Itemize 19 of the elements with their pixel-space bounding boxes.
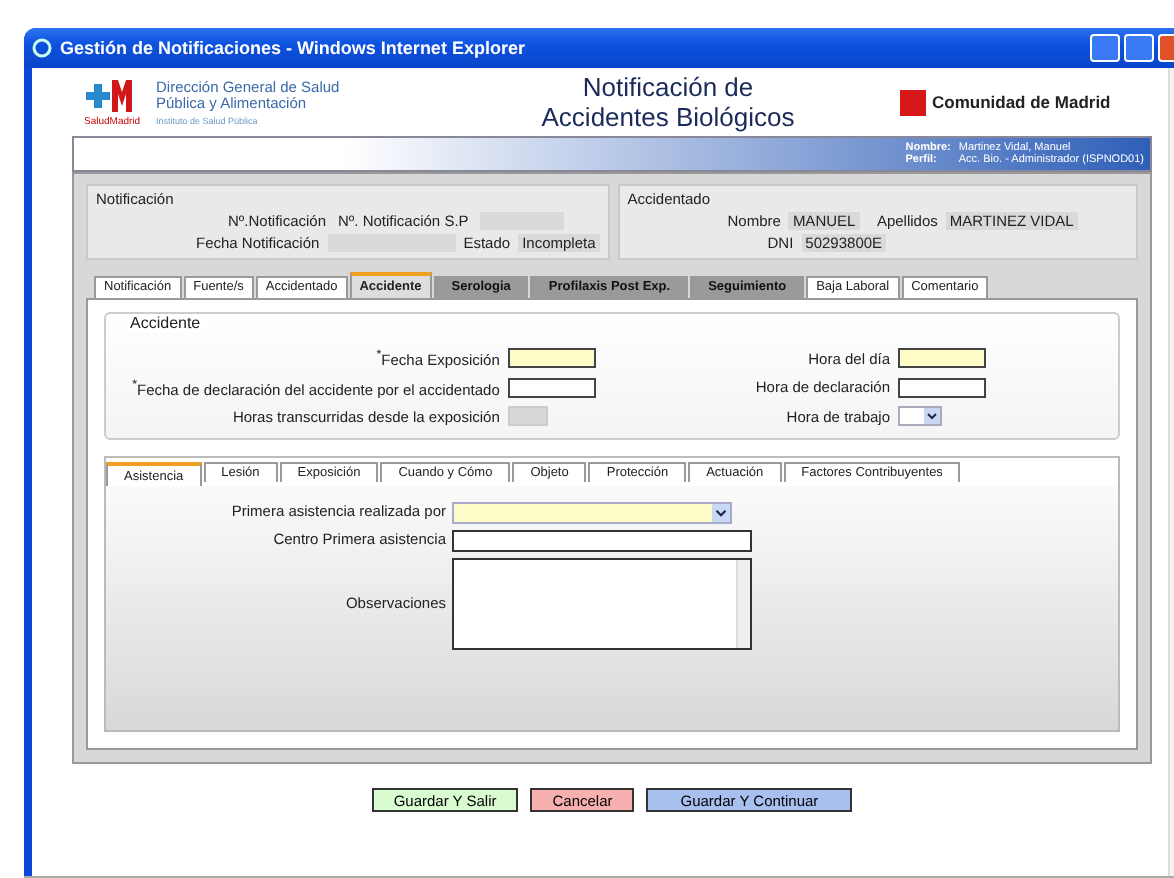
region-name: Comunidad de Madrid [932,92,1111,112]
text-area[interactable] [452,558,752,650]
scrollbar[interactable] [736,560,750,648]
date-field[interactable] [507,348,596,369]
input-field[interactable] [452,530,752,552]
maximize-button[interactable] [1124,34,1154,62]
globe-icon [32,38,52,58]
logo-drawing [84,76,136,116]
flag-icon [900,89,926,115]
page-title: Notificación de Accidentes Biológicos [539,72,797,132]
dropdown[interactable] [898,406,942,426]
input-field[interactable] [898,377,986,398]
window-title: Gestión de Notificaciones - Windows Internet Explorer [60,38,527,58]
fieldset-legend: Accidente [126,314,205,332]
date-field[interactable] [898,348,986,369]
chevron-down-icon [712,504,730,522]
minimize-button[interactable] [1090,34,1120,62]
input-field[interactable] [507,377,596,398]
chevron-down-icon [924,408,940,424]
